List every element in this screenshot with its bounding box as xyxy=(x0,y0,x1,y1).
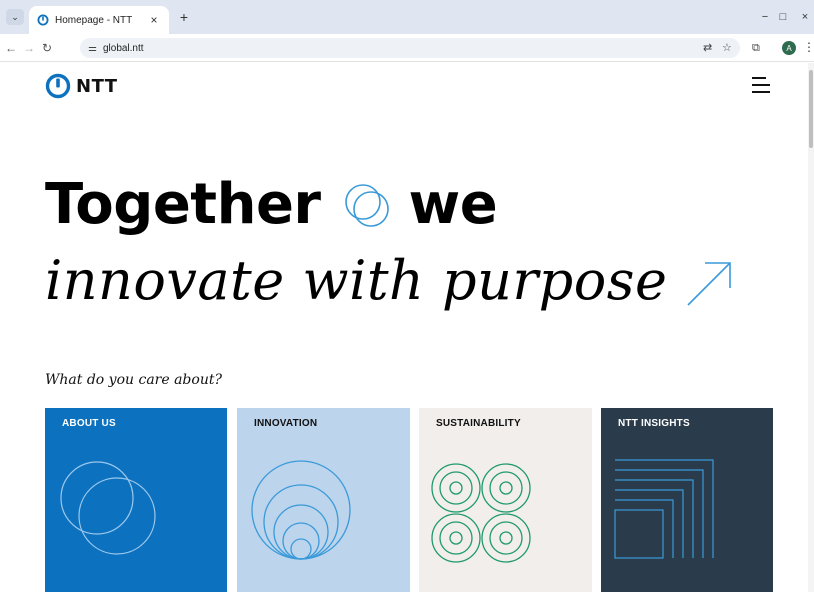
close-window-button[interactable]: × xyxy=(798,12,812,23)
tab-close-icon[interactable]: × xyxy=(147,13,161,27)
card-title: INNOVATION xyxy=(254,418,318,429)
hero-word-we: we xyxy=(408,172,498,237)
minimize-button[interactable]: − xyxy=(758,12,772,23)
site-info-icon[interactable]: ⚌ xyxy=(88,43,97,54)
chevron-down-icon: ⌄ xyxy=(11,11,19,22)
web-page: NTT Together we innovate with purpose Wh… xyxy=(0,63,814,592)
tab-title: Homepage - NTT xyxy=(55,14,133,26)
card-ntt-insights[interactable]: NTT INSIGHTS xyxy=(601,408,773,592)
reload-icon[interactable]: ↻ xyxy=(40,41,54,55)
browser-tab-bar: ⌄ Homepage - NTT × + − □ × xyxy=(0,0,814,34)
hero-word-together: Together xyxy=(45,172,321,237)
card-title: NTT INSIGHTS xyxy=(618,418,690,429)
logo-text: NTT xyxy=(76,75,118,97)
maximize-button[interactable]: □ xyxy=(776,12,790,23)
extensions-icon[interactable]: ⧉ xyxy=(752,42,760,54)
profile-avatar[interactable]: A xyxy=(782,41,796,55)
care-question: What do you care about? xyxy=(45,372,222,388)
forward-arrow-icon[interactable]: → xyxy=(22,41,36,55)
url-omnibox[interactable]: ⚌ global.ntt xyxy=(80,38,740,58)
new-tab-button[interactable]: + xyxy=(176,10,192,24)
url-text[interactable]: global.ntt xyxy=(103,43,144,54)
hero-headline-line2: innovate with purpose xyxy=(45,249,733,313)
card-title: SUSTAINABILITY xyxy=(436,418,521,429)
nested-squares-icon xyxy=(614,459,714,559)
browser-address-bar: ← → ↻ ⚌ global.ntt ⇄ ☆ ⧉ A ⋮ xyxy=(0,34,814,62)
translate-icon[interactable]: ⇄ xyxy=(703,42,712,54)
nested-circles-icon xyxy=(251,460,351,560)
browser-menu-icon[interactable]: ⋮ xyxy=(803,40,814,54)
back-arrow-icon[interactable]: ← xyxy=(4,41,18,55)
menu-hamburger-icon[interactable] xyxy=(752,77,770,93)
concentric-grid-icon xyxy=(431,463,531,563)
card-sustainability[interactable]: SUSTAINABILITY xyxy=(419,408,592,592)
card-about-us[interactable]: ABOUT US xyxy=(45,408,227,592)
hero-headline-line1: Together we xyxy=(45,172,498,237)
card-innovation[interactable]: INNOVATION xyxy=(237,408,410,592)
ntt-logo[interactable]: NTT xyxy=(45,73,118,99)
ntt-logo-mark-icon xyxy=(45,73,71,99)
tab-search-button[interactable]: ⌄ xyxy=(6,9,24,25)
ntt-favicon-icon xyxy=(37,14,49,26)
hero-italic-text: innovate with purpose xyxy=(45,249,668,312)
diagonal-arrow-icon[interactable] xyxy=(685,260,733,308)
scrollbar-thumb[interactable] xyxy=(809,70,813,148)
double-circle-icon xyxy=(344,184,389,227)
overlapping-circles-icon xyxy=(60,461,156,555)
browser-tab-active[interactable]: Homepage - NTT × xyxy=(29,6,169,34)
bookmark-star-icon[interactable]: ☆ xyxy=(722,42,732,54)
card-title: ABOUT US xyxy=(62,418,116,429)
